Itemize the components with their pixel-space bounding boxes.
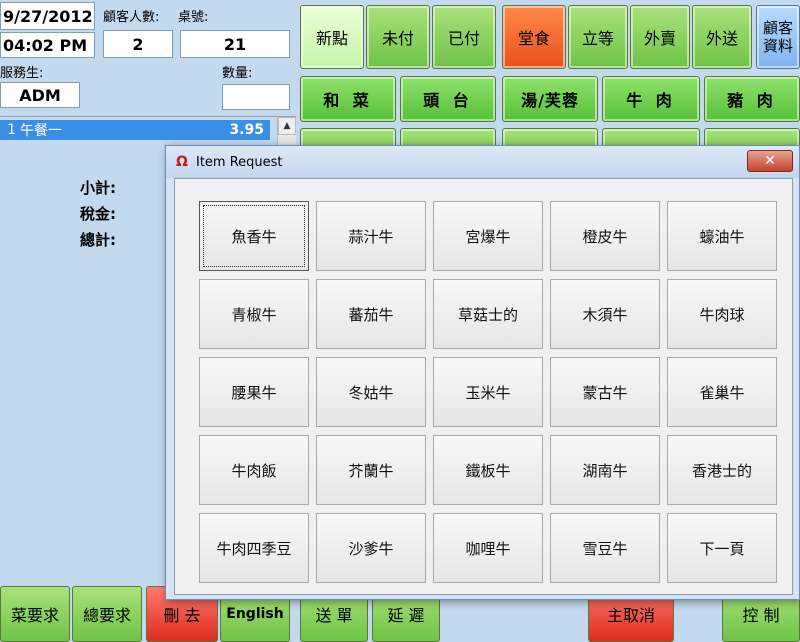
item-button[interactable]: 牛肉球 — [667, 279, 777, 349]
tab-wait[interactable]: 立等 — [568, 5, 628, 69]
item-button[interactable]: 木須牛 — [550, 279, 660, 349]
quantity-field[interactable] — [222, 84, 290, 110]
customer-info-line2: 資料 — [762, 37, 793, 55]
item-button[interactable]: 冬姑牛 — [316, 357, 426, 427]
item-button[interactable]: 橙皮牛 — [550, 201, 660, 271]
scroll-up-arrow-icon[interactable]: ▲ — [278, 117, 296, 135]
server-field[interactable]: ADM — [0, 82, 80, 108]
item-button[interactable]: 咖哩牛 — [433, 513, 543, 583]
dialog-body: 魚香牛 蒜汁牛 宮爆牛 橙皮牛 蠔油牛 青椒牛 蕃茄牛 草菇士的 木須牛 牛肉球… — [174, 178, 793, 595]
date-display: 9/27/2012 — [0, 2, 95, 30]
guest-count-label: 顧客人數: — [103, 10, 160, 25]
order-row[interactable]: 1 午餐一 3.95 — [0, 120, 270, 140]
item-button[interactable]: 蕃茄牛 — [316, 279, 426, 349]
item-button[interactable]: 牛肉四季豆 — [199, 513, 309, 583]
tab-takeout[interactable]: 外賣 — [630, 5, 690, 69]
next-page-button[interactable]: 下一頁 — [667, 513, 777, 583]
dish-request-button[interactable]: 菜要求 — [0, 586, 70, 642]
item-button[interactable]: 蒜汁牛 — [316, 201, 426, 271]
table-number-label: 桌號: — [178, 10, 209, 25]
category-button[interactable]: 牛 肉 — [602, 76, 700, 122]
item-button[interactable]: 牛肉飯 — [199, 435, 309, 505]
item-button[interactable]: 宮爆牛 — [433, 201, 543, 271]
item-button[interactable]: 沙爹牛 — [316, 513, 426, 583]
category-button[interactable]: 湯/芙蓉 — [502, 76, 598, 122]
customer-info-button[interactable]: 顧客 資料 — [756, 5, 800, 69]
tab-paid[interactable]: 已付 — [432, 5, 496, 69]
all-request-button[interactable]: 總要求 — [72, 586, 142, 642]
item-button[interactable]: 蒙古牛 — [550, 357, 660, 427]
customer-info-line1: 顧客 — [762, 19, 793, 37]
dialog-title: Item Request — [196, 154, 283, 170]
guest-count-field[interactable]: 2 — [103, 30, 173, 58]
item-request-dialog: Ω Item Request ✕ 魚香牛 蒜汁牛 宮爆牛 橙皮牛 蠔油牛 青椒牛… — [165, 145, 800, 600]
quantity-label: 數量: — [222, 66, 253, 81]
total-label: 總計: — [80, 231, 116, 249]
table-number-field[interactable]: 21 — [180, 30, 290, 58]
item-button[interactable]: 雪豆牛 — [550, 513, 660, 583]
tab-unpaid[interactable]: 未付 — [366, 5, 430, 69]
item-button[interactable]: 雀巢牛 — [667, 357, 777, 427]
time-display: 04:02 PM — [0, 32, 95, 58]
item-button[interactable]: 玉米牛 — [433, 357, 543, 427]
category-button[interactable]: 豬 肉 — [704, 76, 800, 122]
item-button[interactable]: 芥蘭牛 — [316, 435, 426, 505]
category-button[interactable]: 和 菜 — [300, 76, 396, 122]
item-button[interactable]: 魚香牛 — [199, 201, 309, 271]
item-button[interactable]: 蠔油牛 — [667, 201, 777, 271]
order-row-price: 3.95 — [229, 122, 264, 138]
tab-new-order[interactable]: 新點 — [300, 5, 364, 69]
item-button[interactable]: 草菇士的 — [433, 279, 543, 349]
tab-dine-in[interactable]: 堂食 — [502, 5, 566, 69]
item-button[interactable]: 香港士的 — [667, 435, 777, 505]
server-label: 服務生: — [0, 66, 44, 81]
dialog-title-bar[interactable]: Ω Item Request ✕ — [166, 146, 799, 178]
order-row-qty: 1 — [7, 122, 16, 138]
item-button[interactable]: 青椒牛 — [199, 279, 309, 349]
tab-delivery[interactable]: 外送 — [692, 5, 752, 69]
subtotal-label: 小計: — [80, 179, 116, 197]
item-button[interactable]: 鐵板牛 — [433, 435, 543, 505]
item-grid: 魚香牛 蒜汁牛 宮爆牛 橙皮牛 蠔油牛 青椒牛 蕃茄牛 草菇士的 木須牛 牛肉球… — [199, 201, 777, 583]
item-button[interactable]: 腰果牛 — [199, 357, 309, 427]
order-row-name: 午餐一 — [20, 123, 62, 139]
item-button[interactable]: 湖南牛 — [550, 435, 660, 505]
omega-app-icon: Ω — [176, 154, 188, 170]
tax-label: 稅金: — [80, 205, 116, 223]
category-button[interactable]: 頭 台 — [400, 76, 496, 122]
close-button[interactable]: ✕ — [747, 150, 793, 172]
